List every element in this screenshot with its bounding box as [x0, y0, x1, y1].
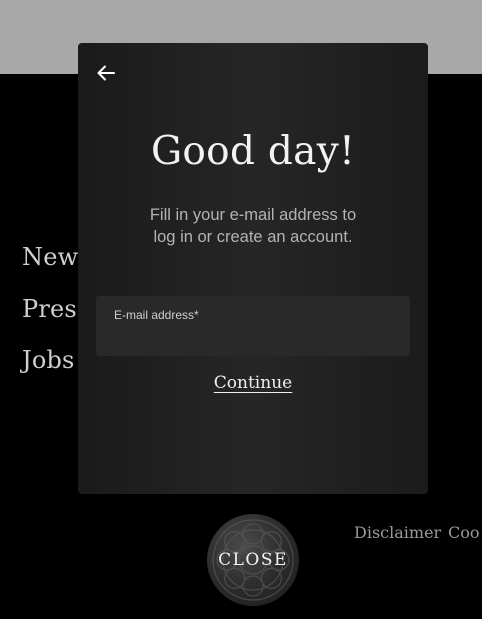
continue-button[interactable]: Continue — [78, 373, 428, 393]
arrow-left-icon — [97, 65, 115, 81]
close-button[interactable]: CLOSE — [207, 514, 299, 606]
footer-link-jobs[interactable]: Jobs — [22, 346, 75, 374]
modal-subtitle: Fill in your e-mail address to log in or… — [149, 206, 357, 246]
login-modal: Good day! Fill in your e-mail address to… — [78, 43, 428, 494]
back-button[interactable] — [94, 61, 118, 85]
footer-link-disclaimer[interactable]: Disclaimer — [354, 523, 441, 542]
modal-title: Good day! — [150, 129, 356, 174]
email-field[interactable]: E-mail address* — [96, 296, 410, 356]
email-label: E-mail address* — [114, 308, 199, 322]
close-label: CLOSE — [218, 550, 288, 570]
footer-link-cookies[interactable]: Coo — [448, 523, 480, 542]
email-input[interactable] — [114, 326, 394, 348]
